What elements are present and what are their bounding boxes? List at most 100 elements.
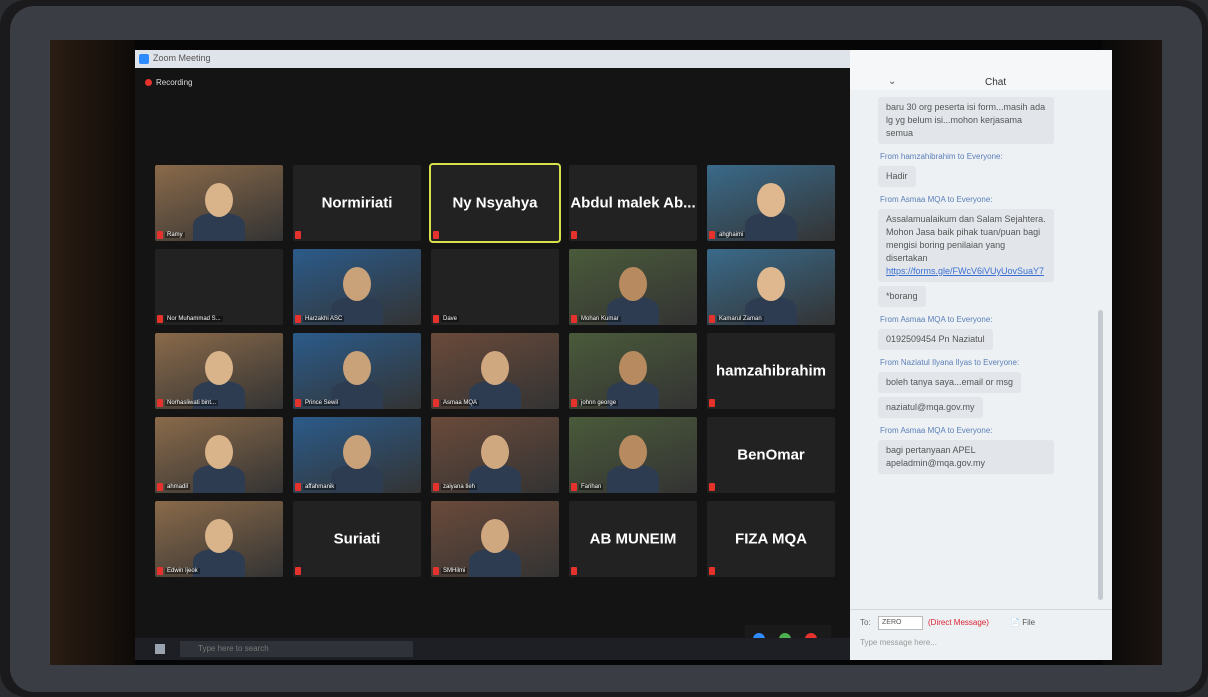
participant-tile[interactable]: Abdul malek Ab... — [569, 165, 697, 241]
participant-face — [481, 351, 509, 385]
chat-link[interactable]: https://forms.gle/FWcV6iVUyUovSuaY7 — [886, 266, 1044, 276]
participant-figure — [607, 465, 659, 493]
participant-label: Prince Sewil — [303, 400, 341, 406]
participant-figure — [331, 465, 383, 493]
chat-message-input[interactable]: Type message here... — [860, 638, 937, 647]
muted-mic-icon — [157, 399, 163, 407]
chat-message: 0192509454 Pn Naziatul — [878, 329, 993, 350]
participant-figure — [469, 549, 521, 577]
participant-name: FIZA MQA — [735, 530, 807, 548]
recording-indicator[interactable]: Recording — [145, 78, 192, 87]
participant-tile[interactable]: BenOmar — [707, 417, 835, 493]
windows-start-icon[interactable] — [155, 644, 165, 654]
participant-tile[interactable]: Harzakhi ASC — [293, 249, 421, 325]
chevron-down-icon[interactable]: ⌄ — [888, 76, 896, 87]
participant-tile[interactable]: FIZA MQA — [707, 501, 835, 577]
muted-mic-icon — [433, 315, 439, 323]
participant-tile[interactable]: johnn george — [569, 333, 697, 409]
file-label: File — [1022, 618, 1036, 627]
file-button[interactable]: 📄 File — [1010, 618, 1035, 627]
chat-message-text: baru 30 org peserta isi form...masih ada… — [886, 102, 1046, 138]
muted-mic-icon — [571, 315, 577, 323]
monitor-bezel-left — [50, 40, 135, 665]
to-label: To: — [860, 618, 871, 627]
recipient-select[interactable]: ZERO — [878, 616, 923, 630]
participant-name: Ny Nsyahya — [452, 194, 538, 212]
participant-face — [619, 435, 647, 469]
chat-message: *borang — [878, 286, 926, 307]
participant-tile[interactable]: hamzahibrahim — [707, 333, 835, 409]
participant-figure — [193, 465, 245, 493]
muted-mic-icon — [709, 483, 715, 491]
chat-sender: From Naziatul Ilyana Ilyas to Everyone: — [880, 358, 1020, 367]
participant-tile[interactable]: affahmanik — [293, 417, 421, 493]
participant-label: Asmaa MQA — [441, 400, 480, 406]
participant-face — [481, 435, 509, 469]
chat-message: naziatul@mqa.gov.my — [878, 397, 983, 418]
participant-tile[interactable]: AB MUNEIM — [569, 501, 697, 577]
participant-face — [757, 267, 785, 301]
muted-mic-icon — [571, 231, 577, 239]
chat-panel: ⌄ Chat baru 30 org peserta isi form...ma… — [850, 50, 1112, 660]
window-titlebar: Zoom Meeting — [135, 50, 875, 68]
muted-mic-icon — [157, 483, 163, 491]
participant-label: Dave — [441, 316, 460, 322]
chat-sender: From Asmaa MQA to Everyone: — [880, 195, 993, 204]
participant-label: Kamarul Zaman — [717, 316, 764, 322]
participant-face — [343, 351, 371, 385]
participant-tile[interactable]: Mohan Kumar — [569, 249, 697, 325]
participant-tile[interactable]: Edwin Ijeok — [155, 501, 283, 577]
participant-tile[interactable]: ahghaimi — [707, 165, 835, 241]
chat-message-text: bagi pertanyaan APEL apeladmin@mqa.gov.m… — [886, 445, 986, 468]
participant-tile[interactable]: ahmadil — [155, 417, 283, 493]
participant-tile[interactable]: Prince Sewil — [293, 333, 421, 409]
participant-tile[interactable]: Asmaa MQA — [431, 333, 559, 409]
muted-mic-icon — [295, 315, 301, 323]
recording-label: Recording — [156, 78, 193, 87]
chat-scrollbar[interactable] — [1098, 310, 1103, 600]
participant-face — [343, 435, 371, 469]
chat-message-text: naziatul@mqa.gov.my — [886, 402, 975, 412]
chat-compose: To: ZERO (Direct Message) 📄 File Type me… — [850, 609, 1112, 660]
participant-tile[interactable]: Ny Nsyahya — [429, 163, 561, 243]
chat-sender: From Asmaa MQA to Everyone: — [880, 315, 993, 324]
muted-mic-icon — [709, 399, 715, 407]
participant-figure — [745, 213, 797, 241]
participant-tile[interactable]: SMHilmi — [431, 501, 559, 577]
participant-tile[interactable]: zaiyana tieh — [431, 417, 559, 493]
muted-mic-icon — [157, 567, 163, 575]
muted-mic-icon — [433, 483, 439, 491]
muted-mic-icon — [433, 231, 439, 239]
participant-name: AB MUNEIM — [589, 530, 677, 548]
participant-label: Harzakhi ASC — [303, 316, 345, 322]
participant-label: affahmanik — [303, 484, 337, 490]
participant-tile[interactable]: Farihan — [569, 417, 697, 493]
participant-tile[interactable]: Norhasliwati bint... — [155, 333, 283, 409]
chat-sender: From Asmaa MQA to Everyone: — [880, 426, 993, 435]
chat-message-text: 0192509454 Pn Naziatul — [886, 334, 985, 344]
participant-label: SMHilmi — [441, 568, 468, 574]
participant-tile[interactable]: Dave — [431, 249, 559, 325]
muted-mic-icon — [157, 315, 163, 323]
chat-title: Chat — [985, 77, 1007, 88]
participant-tile[interactable]: Nor Muhammad S... — [155, 249, 283, 325]
participant-label: Edwin Ijeok — [165, 568, 200, 574]
muted-mic-icon — [571, 399, 577, 407]
participant-name: Abdul malek Ab... — [570, 194, 696, 212]
chat-message-text: Assalamualaikum dan Salam Sejahtera. Moh… — [886, 214, 1046, 263]
muted-mic-icon — [295, 483, 301, 491]
participant-label: Mohan Kumar — [579, 316, 621, 322]
participant-tile[interactable]: Kamarul Zaman — [707, 249, 835, 325]
participant-face — [619, 267, 647, 301]
participant-tile[interactable]: Suriati — [293, 501, 421, 577]
chat-message: baru 30 org peserta isi form...masih ada… — [878, 97, 1054, 144]
participant-tile[interactable]: Ramy — [155, 165, 283, 241]
participant-figure — [193, 213, 245, 241]
taskbar-search-input[interactable]: Type here to search — [180, 641, 413, 657]
participant-label: johnn george — [579, 400, 619, 406]
participant-label: ahghaimi — [717, 232, 746, 238]
zoom-meeting-window: Zoom Meeting Recording Ramy Normiriati Ny … — [135, 50, 875, 660]
participant-tile[interactable]: Normiriati — [293, 165, 421, 241]
chat-message-text: *borang — [886, 291, 918, 301]
participant-figure — [193, 549, 245, 577]
